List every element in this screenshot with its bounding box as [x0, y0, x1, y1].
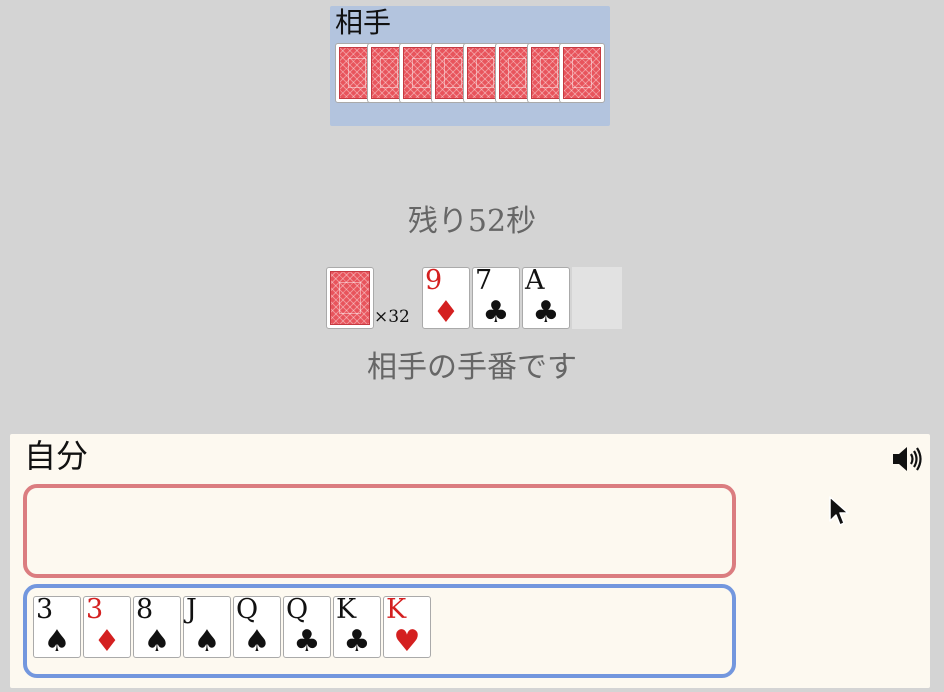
turn-status: 相手の手番です [367, 350, 577, 385]
player-panel: 自分 3 ♠ 3 ♦ 8 ♠ J ♠ Q ♠ Q ♣ K ♣ K ♥ [10, 434, 930, 688]
opponent-hand [335, 43, 610, 105]
card-suit-icon: ♠ [243, 624, 271, 659]
table-card: A ♣ [522, 265, 570, 330]
card-rank: 3 [86, 594, 104, 625]
mouse-pointer-icon [828, 495, 850, 529]
hand-card[interactable]: 8 ♠ [133, 594, 181, 659]
card-suit-icon: ♣ [532, 295, 560, 330]
opponent-card-back [559, 43, 605, 103]
card-rank: 3 [36, 594, 54, 625]
card-rank: 7 [475, 265, 493, 296]
hand-card[interactable]: 3 ♦ [83, 594, 131, 659]
hand-card[interactable]: J ♠ [183, 594, 231, 659]
card-rank: A [525, 265, 545, 296]
empty-table-slot[interactable] [572, 267, 622, 329]
opponent-label: 相手 [335, 6, 392, 39]
hand-card[interactable]: K ♣ [333, 594, 381, 659]
card-suit-icon: ♠ [193, 624, 221, 659]
card-rank: K [336, 594, 357, 625]
turn-timer: 残り52秒 [407, 204, 537, 239]
card-suit-icon: ♥ [393, 624, 421, 659]
card-back-icon [326, 267, 374, 329]
card-rank: K [386, 594, 407, 625]
card-suit-icon: ♠ [43, 624, 71, 659]
hand-card[interactable]: Q ♠ [233, 594, 281, 659]
card-suit-icon: ♣ [343, 624, 371, 659]
card-suit-icon: ♣ [293, 624, 321, 659]
card-rank: 9 [425, 265, 443, 296]
play-area[interactable] [23, 484, 736, 578]
card-rank: J [186, 594, 197, 625]
draw-pile[interactable] [326, 267, 374, 329]
table-card: 7 ♣ [472, 265, 520, 330]
card-suit-icon: ♦ [432, 295, 460, 330]
player-hand-area: 3 ♠ 3 ♦ 8 ♠ J ♠ Q ♠ Q ♣ K ♣ K ♥ [23, 584, 736, 678]
card-rank: 8 [136, 594, 154, 625]
player-label: 自分 [24, 437, 89, 475]
card-rank: Q [236, 594, 259, 625]
deck-count: ×32 [374, 307, 410, 327]
card-suit-icon: ♠ [143, 624, 171, 659]
hand-card[interactable]: K ♥ [383, 594, 431, 659]
card-suit-icon: ♣ [482, 295, 510, 330]
hand-card[interactable]: 3 ♠ [33, 594, 81, 659]
card-rank: Q [286, 594, 309, 625]
table-card: 9 ♦ [422, 265, 470, 330]
card-suit-icon: ♦ [93, 624, 121, 659]
opponent-panel: 相手 [330, 6, 610, 126]
hand-card[interactable]: Q ♣ [283, 594, 331, 659]
speaker-icon[interactable] [890, 444, 924, 474]
